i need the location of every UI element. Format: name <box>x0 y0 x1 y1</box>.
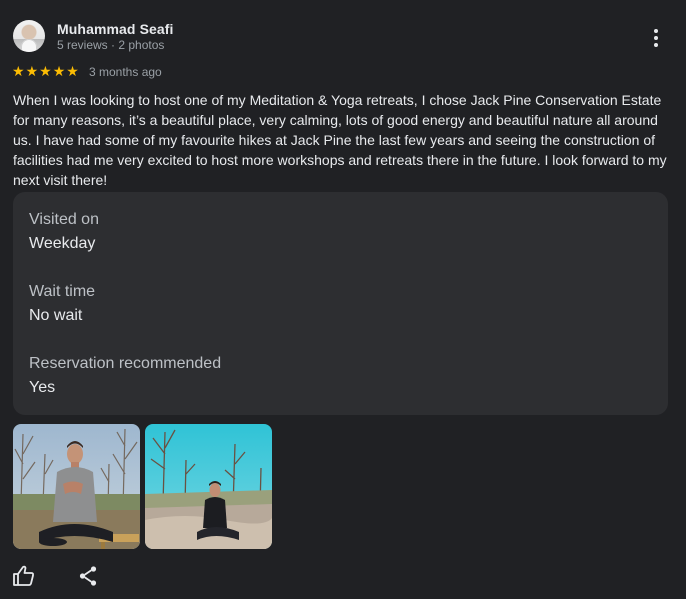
avatar[interactable] <box>13 20 45 52</box>
detail-value: Weekday <box>29 235 96 252</box>
share-icon[interactable] <box>76 564 100 588</box>
more-vert-icon[interactable] <box>642 24 670 52</box>
meditation-photo-deck[interactable] <box>13 424 140 549</box>
detail-label: Reservation recommended <box>29 355 222 372</box>
meditation-photo-rock[interactable] <box>145 424 272 549</box>
star-icon: ★ <box>66 64 79 80</box>
detail-visited-on: Visited on Weekday <box>29 208 99 256</box>
author-meta: 5 reviews · 2 photos <box>57 38 165 52</box>
star-icon: ★ <box>12 64 25 80</box>
review-card: Muhammad Seafi 5 reviews · 2 photos ★ ★ … <box>0 0 686 599</box>
author-name[interactable]: Muhammad Seafi <box>57 21 174 37</box>
star-icon: ★ <box>39 64 52 80</box>
visit-details-card: Visited on Weekday Wait time No wait Res… <box>13 192 668 415</box>
detail-reservation: Reservation recommended Yes <box>29 352 221 400</box>
detail-label: Visited on <box>29 211 99 228</box>
detail-wait-time: Wait time No wait <box>29 280 95 328</box>
star-rating: ★ ★ ★ ★ ★ <box>12 64 79 80</box>
star-icon: ★ <box>52 64 66 80</box>
detail-value: Yes <box>29 379 56 396</box>
star-icon: ★ <box>25 64 39 80</box>
detail-label: Wait time <box>29 283 96 300</box>
detail-value: No wait <box>29 307 83 324</box>
review-text: When I was looking to host one of my Med… <box>13 92 667 188</box>
review-photos <box>13 424 272 549</box>
review-date: 3 months ago <box>89 65 162 79</box>
thumb-up-icon[interactable] <box>12 564 36 588</box>
